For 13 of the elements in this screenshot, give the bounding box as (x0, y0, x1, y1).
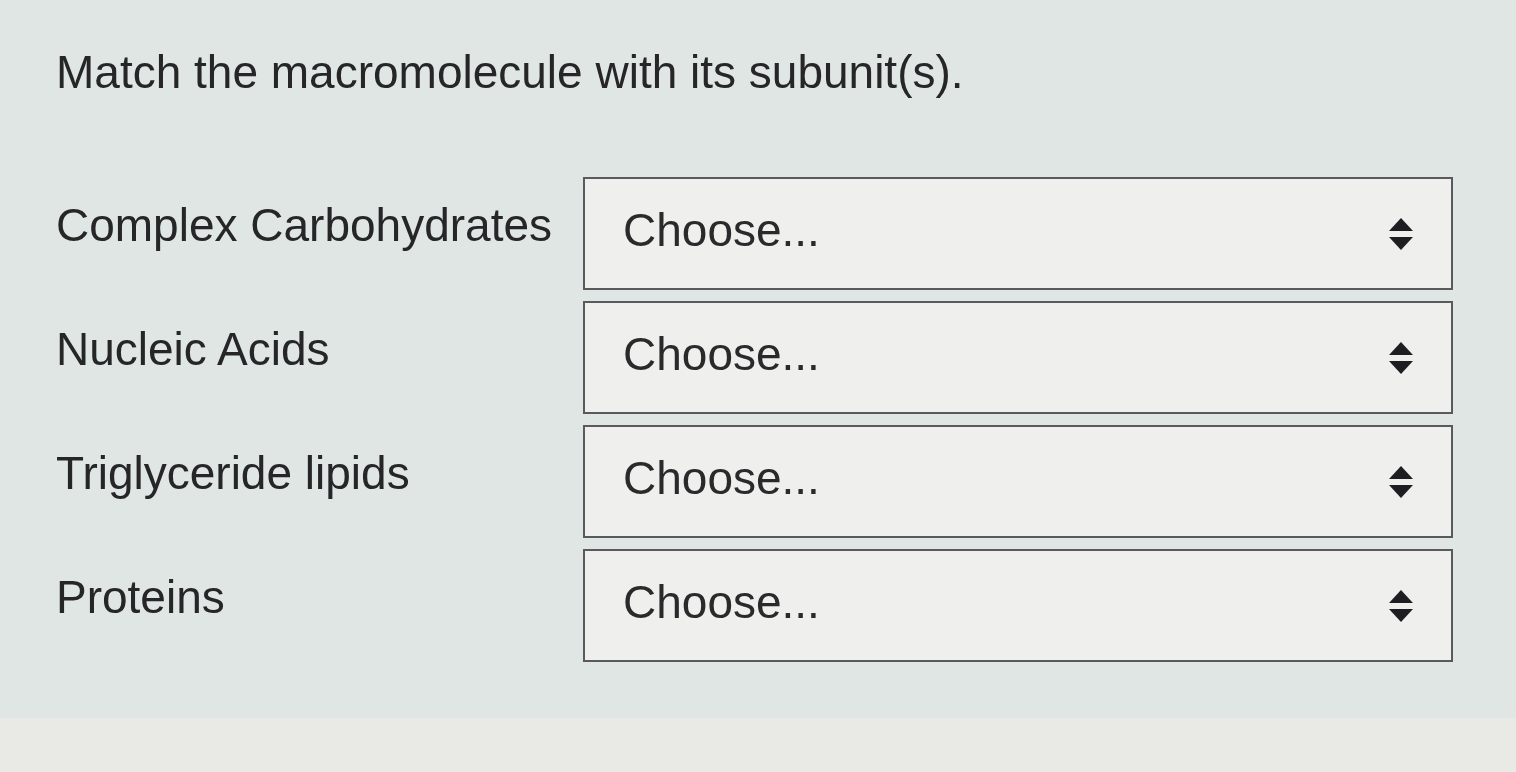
answer-select[interactable]: Choose... (583, 177, 1453, 290)
term-label: Triglyceride lipids (56, 446, 410, 500)
dropdown-arrows-icon (1389, 589, 1413, 622)
answer-select[interactable]: Choose... (583, 301, 1453, 414)
question-prompt: Match the macromolecule with its subunit(s). (56, 45, 964, 99)
dropdown-arrows-icon (1389, 341, 1413, 374)
term-label: Nucleic Acids (56, 322, 330, 376)
term-label: Complex Carbohydrates (56, 198, 552, 252)
term-label: Proteins (56, 570, 225, 624)
dropdown-arrows-icon (1389, 465, 1413, 498)
dropdown-arrows-icon (1389, 217, 1413, 250)
answer-select[interactable]: Choose... (583, 425, 1453, 538)
answer-select[interactable]: Choose... (583, 549, 1453, 662)
